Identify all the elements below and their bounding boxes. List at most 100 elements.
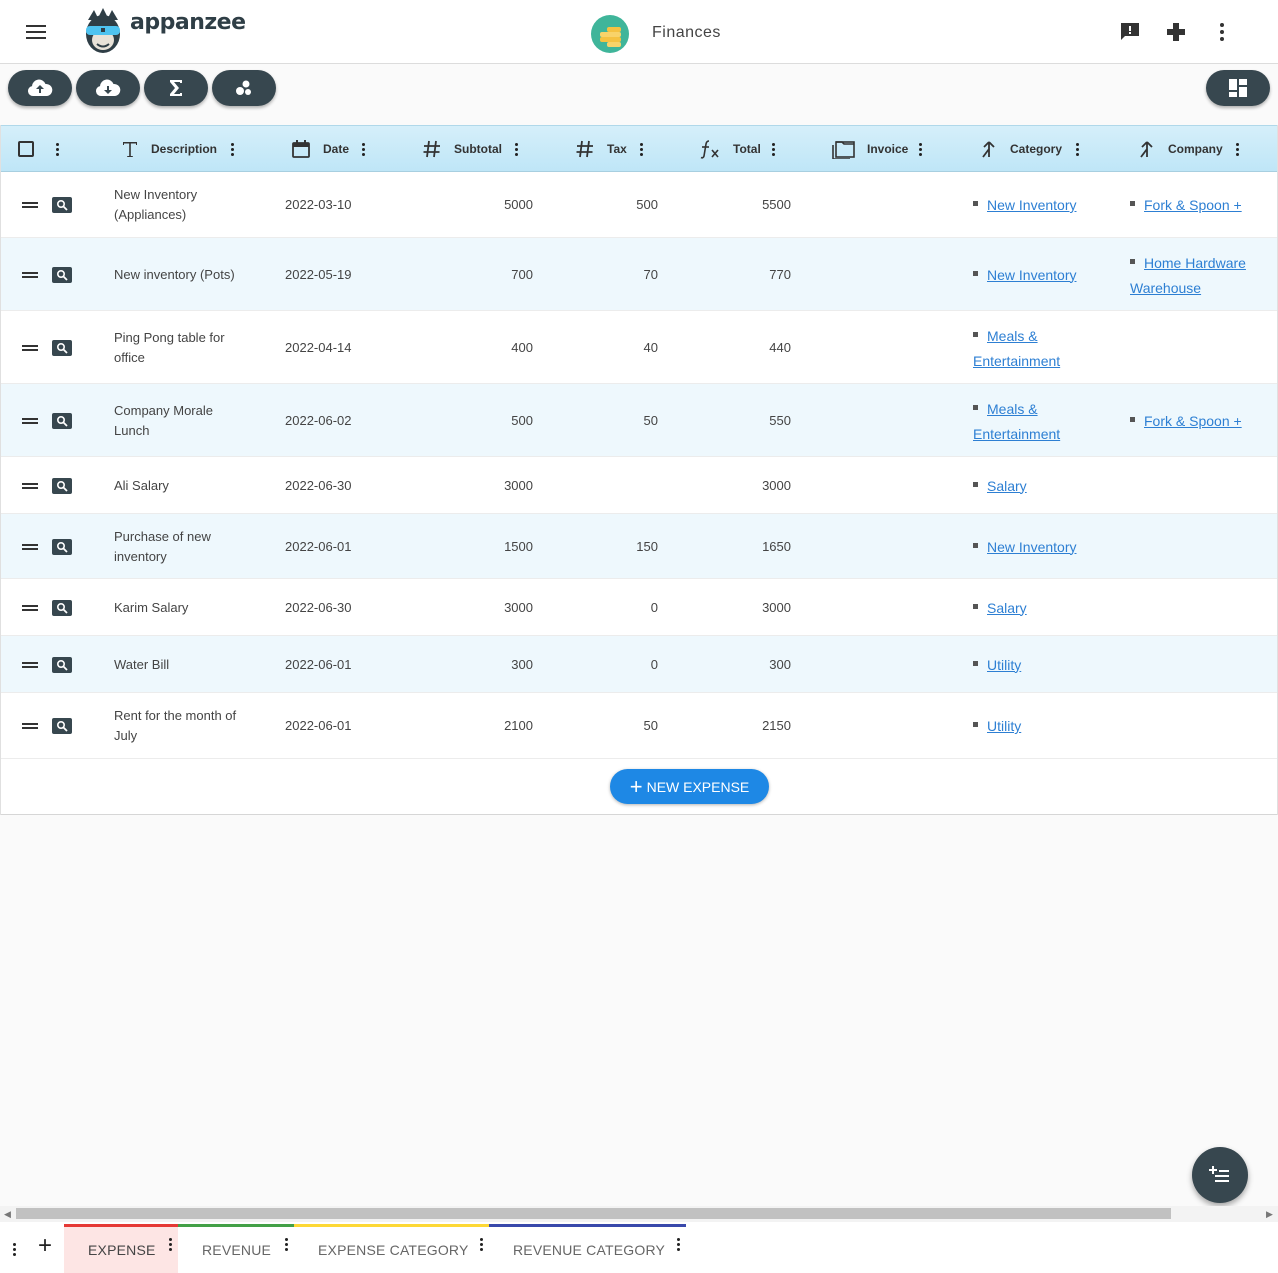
table-row[interactable]: Rent for the month of July 2022-06-01 2100 5…: [1, 693, 1277, 759]
view-record-search-icon[interactable]: [52, 538, 72, 555]
tab-expense[interactable]: EXPENSE: [64, 1224, 178, 1273]
view-record-search-icon[interactable]: [52, 339, 72, 356]
company-link[interactable]: Home Hardware: [1144, 255, 1246, 271]
category-link[interactable]: New Inventory: [987, 197, 1076, 213]
view-record-search-icon[interactable]: [52, 718, 72, 734]
add-sheet-plus-icon[interactable]: +: [38, 1234, 52, 1258]
feedback-icon[interactable]: [1118, 20, 1142, 44]
description-text: Ali Salary: [114, 477, 169, 493]
column-header-total[interactable]: Total: [699, 126, 761, 172]
table-row[interactable]: Company Morale Lunch 2022-06-02 500 50 550 Mea…: [1, 384, 1277, 457]
column-header-description[interactable]: Description: [121, 126, 217, 172]
column-menu-dots-icon[interactable]: [1075, 142, 1079, 156]
description-cell: Karim Salary: [114, 598, 264, 618]
column-menu-dots-icon[interactable]: [514, 142, 518, 156]
company-link[interactable]: Warehouse: [1130, 280, 1201, 296]
sum-button[interactable]: [144, 70, 208, 106]
column-menu-dots-icon[interactable]: [1235, 142, 1239, 156]
table-row[interactable]: New Inventory (Appliances) 2022-03-10 5000 5…: [1, 172, 1277, 238]
game-controller-icon[interactable]: [1164, 20, 1188, 44]
select-all-checkbox[interactable]: [18, 126, 34, 172]
new-expense-button[interactable]: + NEW EXPENSE: [610, 769, 769, 804]
tax-cell: 0: [650, 599, 658, 615]
tab-revenue-category[interactable]: REVENUE CATEGORY: [489, 1224, 686, 1273]
category-link[interactable]: Utility: [987, 718, 1021, 734]
tab-menu-dots-icon[interactable]: [479, 1237, 483, 1251]
subtotal-cell: 2100: [504, 718, 533, 733]
column-label: Date: [323, 142, 350, 156]
column-header-invoice[interactable]: Invoice: [831, 126, 908, 172]
drag-handle-icon[interactable]: [22, 343, 38, 353]
table-row[interactable]: New inventory (Pots) 2022-05-19 700 70 770 Ne…: [1, 238, 1277, 311]
table-row[interactable]: Purchase of new inventory 2022-06-01 1500 15…: [1, 514, 1277, 579]
menu-icon[interactable]: [24, 22, 48, 42]
view-record-search-icon[interactable]: [52, 477, 72, 494]
column-header-company[interactable]: Company: [1138, 126, 1223, 172]
scroll-right-arrow-icon[interactable]: ▶: [1266, 1209, 1273, 1220]
category-cell: Utility: [973, 714, 1113, 739]
view-record-search-icon[interactable]: [52, 412, 72, 429]
view-record-search-icon[interactable]: [52, 197, 72, 213]
column-menu-dots-icon[interactable]: [918, 142, 922, 156]
category-link[interactable]: Utility: [987, 657, 1021, 673]
more-vert-icon[interactable]: [1210, 20, 1234, 44]
scrollbar-thumb[interactable]: [16, 1208, 1171, 1219]
drag-handle-icon[interactable]: [22, 721, 38, 731]
column-header-category[interactable]: Category: [980, 126, 1062, 172]
sigma-icon: [170, 80, 182, 96]
column-menu-dots-icon[interactable]: [361, 142, 365, 156]
drag-handle-icon[interactable]: [22, 542, 38, 552]
column-menu-dots-icon[interactable]: [771, 142, 775, 156]
drag-handle-icon[interactable]: [22, 200, 38, 210]
category-link[interactable]: Meals &: [987, 328, 1038, 344]
view-record-search-icon[interactable]: [52, 599, 72, 616]
table-row[interactable]: Water Bill 2022-06-01 300 0 300 Utility: [1, 636, 1277, 693]
description-text: inventory: [114, 548, 167, 564]
category-link[interactable]: Salary: [987, 478, 1027, 494]
description-text: Lunch: [114, 422, 150, 438]
view-record-search-icon[interactable]: [52, 656, 72, 673]
column-header-tax[interactable]: Tax: [575, 126, 627, 172]
column-menu-dots-icon[interactable]: [230, 142, 234, 156]
drag-handle-icon[interactable]: [22, 270, 38, 280]
drag-handle-icon[interactable]: [22, 416, 38, 426]
tab-expense-category[interactable]: EXPENSE CATEGORY: [294, 1224, 489, 1273]
column-header-date[interactable]: Date: [291, 126, 349, 172]
bullet-icon: [973, 603, 978, 609]
category-link[interactable]: Salary: [987, 600, 1027, 616]
category-link[interactable]: Entertainment: [973, 426, 1060, 442]
dashboard-button[interactable]: [1206, 70, 1270, 106]
category-link[interactable]: Entertainment: [973, 353, 1060, 369]
description-text: Rent for the month of: [114, 708, 237, 723]
column-menu-dots-icon[interactable]: [639, 142, 643, 156]
horizontal-scrollbar[interactable]: ◀ ▶: [0, 1206, 1278, 1222]
company-link[interactable]: Fork & Spoon +: [1144, 197, 1242, 213]
cloud-upload-button[interactable]: [8, 70, 72, 106]
category-link[interactable]: New Inventory: [987, 267, 1076, 283]
tab-menu-dots-icon[interactable]: [168, 1237, 172, 1251]
add-list-fab-button[interactable]: [1192, 1147, 1248, 1203]
tabs-menu-dots-icon[interactable]: [12, 1242, 16, 1256]
company-link[interactable]: Fork & Spoon +: [1144, 413, 1242, 429]
tab-menu-dots-icon[interactable]: [284, 1237, 288, 1251]
scroll-left-arrow-icon[interactable]: ◀: [4, 1209, 11, 1220]
drag-handle-icon[interactable]: [22, 660, 38, 670]
drag-handle-icon[interactable]: [22, 603, 38, 613]
table-row[interactable]: Ali Salary 2022-06-30 3000 3000 Salary: [1, 457, 1277, 514]
table-row[interactable]: Ping Pong table for office 2022-04-14 400 40…: [1, 311, 1277, 384]
expense-table: Description Date Subtotal Tax Total Invo…: [0, 125, 1278, 815]
category-cell: Salary: [973, 474, 1113, 499]
cloud-download-button[interactable]: [76, 70, 140, 106]
view-record-search-icon[interactable]: [52, 266, 72, 283]
drag-handle-icon[interactable]: [22, 481, 38, 491]
row-menu-dots-icon[interactable]: [55, 142, 59, 156]
category-link[interactable]: Meals &: [987, 401, 1038, 417]
app-logo[interactable]: appanzee: [80, 6, 246, 56]
tab-revenue[interactable]: REVENUE: [178, 1224, 294, 1273]
category-link[interactable]: New Inventory: [987, 539, 1076, 555]
column-header-subtotal[interactable]: Subtotal: [422, 126, 502, 172]
tab-menu-dots-icon[interactable]: [676, 1237, 680, 1251]
bubbles-button[interactable]: [212, 70, 276, 106]
monkey-logo-icon: [86, 8, 120, 53]
table-row[interactable]: Karim Salary 2022-06-30 3000 0 3000 Salary: [1, 579, 1277, 636]
